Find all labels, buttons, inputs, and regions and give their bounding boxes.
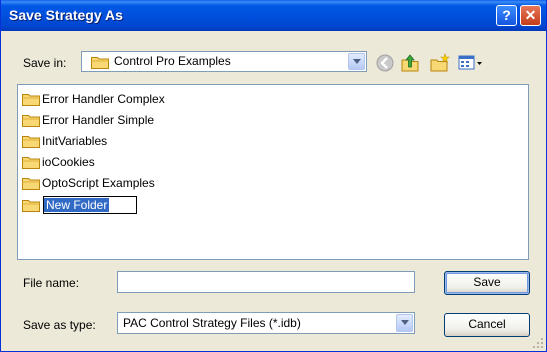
folder-icon <box>22 136 40 148</box>
folder-icon <box>22 94 40 106</box>
folder-icon <box>91 57 109 69</box>
view-menu-button[interactable] <box>457 52 485 74</box>
help-button[interactable]: ? <box>496 5 517 26</box>
view-grid-icon <box>458 55 482 70</box>
folder-icon <box>22 200 40 212</box>
save-in-dropdown-button[interactable] <box>348 53 365 70</box>
back-arrow-icon <box>376 54 394 72</box>
dialog-title: Save Strategy As <box>9 7 123 23</box>
save-button[interactable]: Save <box>444 271 530 295</box>
folder-name: ioCookies <box>42 155 95 169</box>
save-strategy-dialog: Save Strategy As ? ✕ Save in: Control Pr… <box>0 0 547 352</box>
folder-icon <box>22 178 40 190</box>
save-as-type-label: Save as type: <box>23 318 96 332</box>
back-button[interactable] <box>374 52 396 74</box>
save-as-type-select[interactable]: PAC Control Strategy Files (*.idb) <box>117 312 415 334</box>
list-item[interactable]: OptoScript Examples <box>22 173 322 193</box>
list-item[interactable]: InitVariables <box>22 131 322 151</box>
folder-name: Error Handler Simple <box>42 113 155 127</box>
folder-name: OptoScript Examples <box>42 176 155 190</box>
new-folder-icon <box>430 53 450 72</box>
folder-icon <box>22 115 40 127</box>
title-bar: Save Strategy As ? ✕ <box>1 0 546 31</box>
file-name-input[interactable] <box>117 271 415 293</box>
folder-icon <box>22 157 40 169</box>
cancel-button[interactable]: Cancel <box>444 313 530 337</box>
save-as-type-dropdown-button[interactable] <box>396 314 413 332</box>
save-in-value: Control Pro Examples <box>114 54 231 68</box>
folder-name: InitVariables <box>42 134 108 148</box>
chevron-down-icon <box>401 320 409 325</box>
create-new-folder-button[interactable] <box>429 52 451 74</box>
save-as-type-value: PAC Control Strategy Files (*.idb) <box>123 316 301 330</box>
rename-field[interactable]: New Folder <box>43 196 137 214</box>
resize-grip-icon[interactable] <box>532 337 544 349</box>
save-in-label: Save in: <box>23 56 67 70</box>
folder-name: Error Handler Complex <box>42 92 165 106</box>
close-button[interactable]: ✕ <box>520 5 541 26</box>
chevron-down-icon <box>353 59 361 64</box>
list-item[interactable]: Error Handler Complex <box>22 89 322 109</box>
up-one-level-button[interactable] <box>399 52 421 74</box>
list-item-new-folder[interactable]: New Folder <box>22 195 322 215</box>
save-in-combo[interactable]: Control Pro Examples <box>81 51 367 72</box>
rename-field-text: New Folder <box>44 198 110 212</box>
file-name-label: File name: <box>23 276 80 290</box>
list-item[interactable]: Error Handler Simple <box>22 110 322 130</box>
file-list[interactable]: Error Handler Complex Error Handler Simp… <box>17 84 529 260</box>
up-folder-icon <box>401 54 419 72</box>
list-item[interactable]: ioCookies <box>22 152 322 172</box>
